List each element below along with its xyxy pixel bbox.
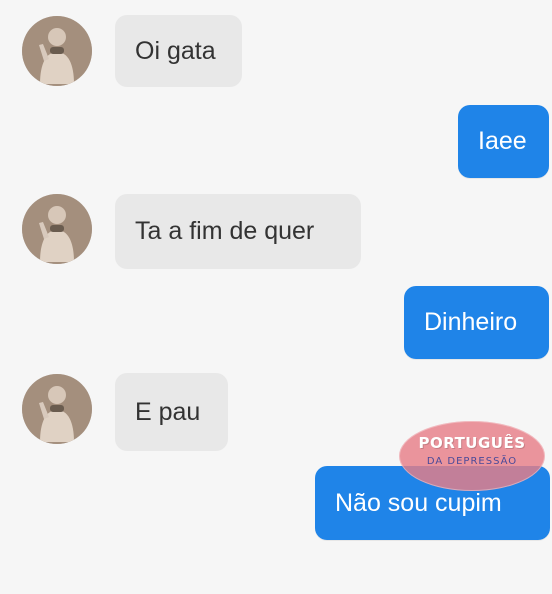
avatar[interactable] — [22, 194, 92, 264]
message-text: Ta a fim de quer — [135, 217, 315, 245]
outgoing-message-bubble[interactable]: Iaee — [458, 105, 549, 178]
person-icon — [22, 374, 92, 444]
watermark-subtitle: DA DEPRESSÃO — [426, 456, 518, 467]
message-text: E pau — [135, 397, 201, 426]
outgoing-message-bubble[interactable]: Dinheiro — [404, 286, 549, 359]
incoming-message-bubble[interactable]: Ta a fim de quer — [115, 194, 361, 269]
avatar[interactable] — [22, 374, 92, 444]
message-text: Dinheiro — [424, 308, 518, 336]
watermark-title: PORTUGUÊS — [418, 434, 526, 452]
incoming-message-bubble[interactable]: Oi gata — [115, 15, 242, 87]
avatar[interactable] — [22, 16, 92, 86]
incoming-message-bubble[interactable]: E pau — [115, 373, 228, 451]
person-icon — [22, 16, 92, 86]
chat-thread: Oi gata Iaee Ta a fim de quer Dinheiro E… — [0, 0, 552, 594]
message-text: Não sou cupim — [335, 488, 502, 517]
watermark-logo: PORTUGUÊS DA DEPRESSÃO — [399, 421, 545, 491]
person-icon — [22, 194, 92, 264]
message-text: Iaee — [478, 127, 527, 155]
message-text: Oi gata — [135, 36, 216, 65]
